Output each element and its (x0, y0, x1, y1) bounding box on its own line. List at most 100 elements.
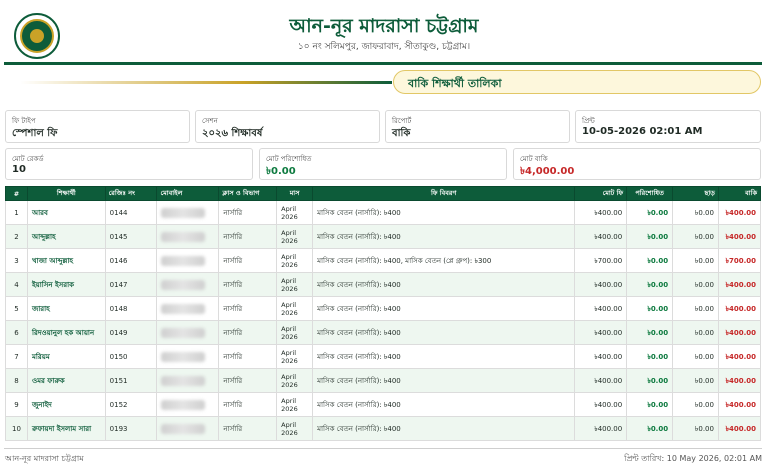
cell-reg: 0146 (104, 248, 158, 273)
cell-desc: মাসিক বেতন (নার্সারি): ৳400 (312, 392, 576, 417)
redacted-mobile (161, 207, 206, 218)
cell-month: April 2026 (276, 248, 314, 273)
cell-paid: ৳0.00 (626, 224, 674, 249)
cell-desc: মাসিক বেতন (নার্সারি): ৳400 (312, 320, 576, 345)
table-row: 3 খাজা আব্দুল্লাহ 0146 নার্সারি April 20… (5, 248, 762, 273)
cell-desc: মাসিক বেতন (নার্সারি): ৳400 (312, 272, 576, 297)
cell-due: ৳400.00 (717, 368, 762, 393)
redacted-mobile (161, 351, 206, 362)
cell-mobile (156, 248, 220, 273)
redacted-mobile (161, 255, 206, 266)
session-box: সেশন ২০২৬ শিক্ষাবর্ষ (195, 110, 380, 143)
cell-due: ৳400.00 (717, 272, 762, 297)
cell-class: নার্সারি (218, 224, 278, 249)
print-time-box: প্রিন্ট 10-05-2026 02:01 AM (575, 110, 761, 143)
total-paid-value: ৳0.00 (266, 166, 296, 177)
cell-paid: ৳0.00 (626, 200, 674, 225)
report-type-value: বাকি (392, 128, 411, 139)
cell-discount: ৳0.00 (672, 248, 719, 273)
table-row: 2 আব্দুল্লাহ 0145 নার্সারি April 2026 মা… (5, 224, 762, 249)
cell-total: ৳400.00 (574, 344, 628, 369)
cell-no: 2 (5, 224, 28, 249)
cell-due: ৳400.00 (717, 392, 762, 417)
cell-no: 9 (5, 392, 28, 417)
cell-due: ৳400.00 (717, 200, 762, 225)
cell-paid: ৳0.00 (626, 272, 674, 297)
redacted-mobile (161, 399, 206, 410)
banner-accent-line (20, 81, 392, 84)
cell-reg: 0144 (104, 200, 158, 225)
cell-discount: ৳0.00 (672, 200, 719, 225)
cell-reg: 0151 (104, 368, 158, 393)
cell-reg: 0150 (104, 344, 158, 369)
report-page: আন-নূর মাদরাসা চট্টগ্রাম ১০ নং সলিমপুর, … (0, 0, 768, 469)
redacted-mobile (161, 375, 206, 386)
header-divider (4, 62, 762, 65)
cell-reg: 0152 (104, 392, 158, 417)
cell-class: নার্সারি (218, 320, 278, 345)
cell-mobile (156, 200, 220, 225)
table-header-row: # শিক্ষার্থী রেজিঃ নং মোবাইল ক্লাস ও বিভ… (5, 186, 762, 201)
cell-name: মরিয়ম (26, 344, 106, 369)
cell-month: April 2026 (276, 320, 314, 345)
due-students-table: # শিক্ষার্থী রেজিঃ নং মোবাইল ক্লাস ও বিভ… (5, 186, 762, 441)
cell-paid: ৳0.00 (626, 392, 674, 417)
cell-name: জারাহ (26, 296, 106, 321)
cell-discount: ৳0.00 (672, 272, 719, 297)
col-header-month: মাস (276, 186, 314, 201)
cell-due: ৳400.00 (717, 224, 762, 249)
cell-class: নার্সারি (218, 416, 278, 441)
col-header-discount: ছাড় (672, 186, 719, 201)
col-header-reg: রেজিঃ নং (104, 186, 158, 201)
redacted-mobile (161, 231, 206, 242)
cell-class: নার্সারি (218, 368, 278, 393)
col-header-name: শিক্ষার্থী (26, 186, 106, 201)
col-header-total: মোট ফি (574, 186, 628, 201)
footer-institution: আন-নূর মাদরাসা চট্টগ্রাম (5, 454, 84, 463)
cell-due: ৳400.00 (717, 344, 762, 369)
col-header-mobile: মোবাইল (156, 186, 220, 201)
cell-total: ৳400.00 (574, 200, 628, 225)
redacted-mobile (161, 279, 206, 290)
cell-no: 5 (5, 296, 28, 321)
table-row: 10 রুফায়দা ইসলাম সারা 0193 নার্সারি Apr… (5, 416, 762, 441)
cell-month: April 2026 (276, 224, 314, 249)
cell-class: নার্সারি (218, 344, 278, 369)
cell-total: ৳400.00 (574, 392, 628, 417)
cell-discount: ৳0.00 (672, 392, 719, 417)
cell-month: April 2026 (276, 392, 314, 417)
total-records-box: মোট রেকর্ড 10 (5, 148, 253, 180)
cell-name: ওমর ফারুক (26, 368, 106, 393)
cell-total: ৳400.00 (574, 296, 628, 321)
col-header-desc: ফি বিবরণ (312, 186, 576, 201)
cell-no: 7 (5, 344, 28, 369)
footer-print-date: প্রিন্ট তারিখ: 10 May 2026, 02:01 AM (624, 454, 762, 463)
report-type-box: রিপোর্ট বাকি (385, 110, 570, 143)
fee-type-box: ফি টাইপ স্পেশাল ফি (5, 110, 190, 143)
cell-month: April 2026 (276, 296, 314, 321)
cell-desc: মাসিক বেতন (নার্সারি): ৳400 (312, 368, 576, 393)
table-row: 8 ওমর ফারুক 0151 নার্সারি April 2026 মাস… (5, 368, 762, 393)
cell-discount: ৳0.00 (672, 344, 719, 369)
cell-class: নার্সারি (218, 296, 278, 321)
cell-due: ৳400.00 (717, 320, 762, 345)
cell-class: নার্সারি (218, 272, 278, 297)
cell-mobile (156, 320, 220, 345)
total-due-box: মোট বাকি ৳4,000.00 (513, 148, 761, 180)
table-row: 6 রিদওয়ানুল হক আয়ান 0149 নার্সারি Apri… (5, 320, 762, 345)
redacted-mobile (161, 327, 206, 338)
total-records-value: 10 (12, 164, 26, 175)
cell-total: ৳700.00 (574, 248, 628, 273)
table-row: 1 আরব 0144 নার্সারি April 2026 মাসিক বেত… (5, 200, 762, 225)
cell-total: ৳400.00 (574, 368, 628, 393)
table-row: 9 জুনাইদ 0152 নার্সারি April 2026 মাসিক … (5, 392, 762, 417)
cell-month: April 2026 (276, 368, 314, 393)
cell-mobile (156, 344, 220, 369)
cell-mobile (156, 272, 220, 297)
cell-total: ৳400.00 (574, 224, 628, 249)
cell-name: আব্দুল্লাহ (26, 224, 106, 249)
cell-mobile (156, 392, 220, 417)
footer-divider (4, 448, 762, 449)
cell-reg: 0193 (104, 416, 158, 441)
cell-discount: ৳0.00 (672, 296, 719, 321)
